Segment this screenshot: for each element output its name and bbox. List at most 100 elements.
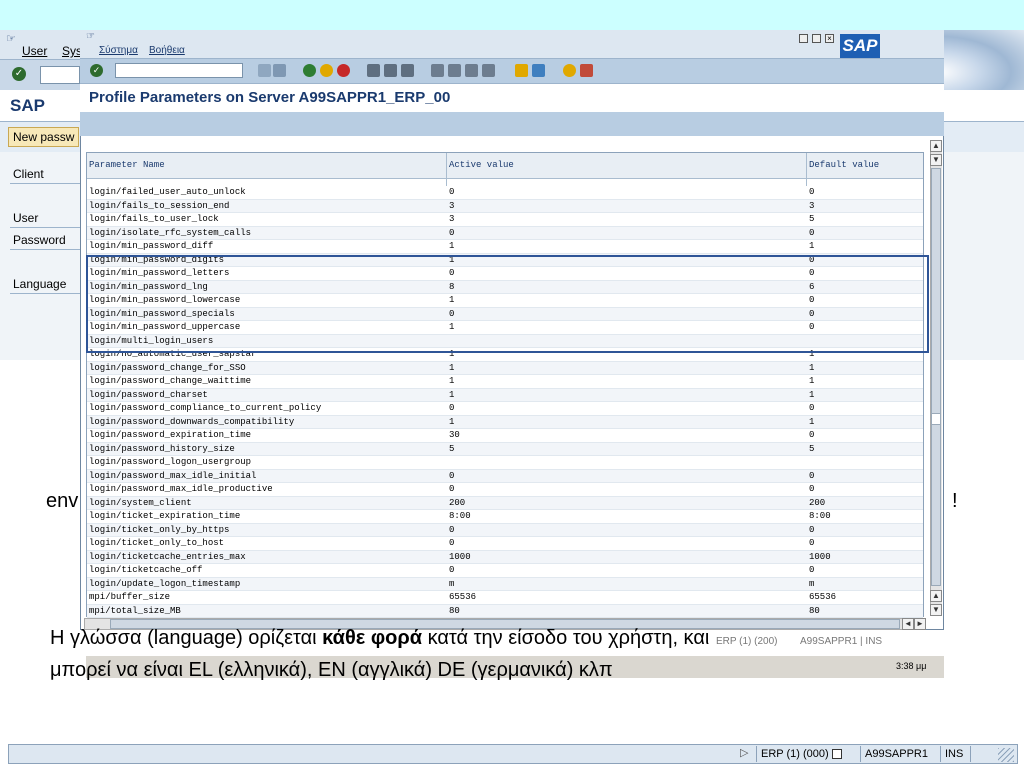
find-next-icon[interactable] [401,64,414,77]
scroll-up-icon[interactable]: ▼ [930,154,942,166]
password-label: Password [13,233,66,247]
create-session-icon[interactable] [515,64,528,77]
cell-parameter-name: login/fails_to_session_end [89,200,230,211]
table-row[interactable]: login/password_downwards_compatibility 1 1 [87,415,923,429]
maximize-icon[interactable] [812,34,821,43]
new-password-button[interactable]: New passw [8,127,80,147]
print-icon[interactable] [367,64,380,77]
table-row[interactable]: login/ticket_expiration_time 8:00 8:00 [87,510,923,524]
cell-default-value: m [809,578,815,589]
table-row[interactable]: login/system_client 200 200 [87,496,923,510]
status-mode: INS [940,746,970,762]
cell-parameter-name: login/min_password_diff [89,241,214,251]
cell-parameter-name: login/fails_to_user_lock [89,214,219,224]
table-row[interactable]: login/password_history_size 5 5 [87,442,923,456]
cell-default-value: 1 [809,416,815,427]
next-page-icon[interactable] [465,64,478,77]
table-row[interactable]: login/ticket_only_to_host 0 0 [87,537,923,551]
cell-active-value: 80 [449,605,460,616]
cancel-icon[interactable] [337,64,350,77]
status-empty-cell [970,746,994,762]
cell-default-value: 0 [809,484,815,494]
scroll-down-icon[interactable]: ▲ [930,590,942,602]
table-row[interactable]: login/failed_user_auto_unlock 0 0 [87,186,923,200]
enter-check-icon[interactable]: ✓ [12,67,26,81]
table-row[interactable]: login/password_max_idle_productive 0 0 [87,483,923,497]
resize-grip-icon[interactable] [998,748,1014,762]
cell-default-value: 1 [809,376,815,386]
menu-system-greek[interactable]: Σύστημα [99,45,138,56]
dialog-command-field[interactable] [115,63,243,78]
window-menu-icon[interactable]: ☞ [6,32,16,45]
status-session-icon[interactable] [831,749,842,760]
table-row[interactable]: login/password_compliance_to_current_pol… [87,402,923,416]
command-field[interactable] [40,66,80,84]
table-row[interactable]: login/ticketcache_off 0 0 [87,564,923,578]
cell-active-value: 0 [449,403,455,413]
table-row[interactable]: login/password_charset 1 1 [87,388,923,402]
cell-active-value: 1 [449,376,455,386]
shortcut-icon[interactable] [532,64,545,77]
table-row[interactable]: login/password_change_waittime 1 1 [87,375,923,389]
taskbar-clock: 3:38 μμ [896,661,927,671]
back-icon[interactable] [303,64,316,77]
table-row[interactable]: login/fails_to_session_end 3 3 [87,199,923,213]
table-row[interactable]: login/password_expiration_time 30 0 [87,429,923,443]
table-row[interactable]: mpi/total_size_MB 80 80 [87,604,923,618]
first-page-icon[interactable] [431,64,444,77]
previous-page-icon[interactable] [448,64,461,77]
table-row[interactable]: login/min_password_diff 1 1 [87,240,923,254]
dialog-window-icon[interactable]: ☞ [86,31,95,42]
scroll-right-icon[interactable]: ► [914,618,926,630]
cell-parameter-name: login/password_max_idle_initial [89,470,257,481]
scroll-bottom-icon[interactable]: ▼ [930,604,942,616]
cell-parameter-name: login/failed_user_auto_unlock [89,187,246,197]
cell-active-value: 1 [449,362,455,373]
column-header-parameter[interactable]: Parameter Name [89,160,165,170]
cell-parameter-name: login/ticketcache_off [89,565,203,575]
menu-help-greek[interactable]: Βοήθεια [149,45,185,56]
layout-menu-icon[interactable] [580,64,593,77]
exit-icon[interactable] [320,64,333,77]
cell-default-value: 0 [809,538,815,548]
table-row[interactable]: login/isolate_rfc_system_calls 0 0 [87,226,923,240]
caption-line-1-suffix: κατά την είσοδο του χρήστη, και [422,627,710,649]
save-icon[interactable] [273,64,286,77]
last-page-icon[interactable] [482,64,495,77]
table-row[interactable]: login/password_change_for_SSO 1 1 [87,361,923,375]
cell-active-value: 1 [449,241,455,251]
cell-default-value: 80 [809,605,820,616]
cell-active-value: 0 [449,565,455,575]
menu-system[interactable]: Sys [62,44,82,58]
menu-user[interactable]: User [22,44,47,58]
highlight-rectangle [86,255,929,353]
scroll-left-icon[interactable]: ◄ [902,618,914,630]
column-header-active[interactable]: Active value [449,160,514,170]
table-row[interactable]: login/password_max_idle_initial 0 0 [87,469,923,483]
table-body: login/failed_user_auto_unlock 0 0 login/fai… [87,186,923,618]
scroll-top-icon[interactable]: ▲ [930,140,942,152]
table-row[interactable]: login/ticket_only_by_https 0 0 [87,523,923,537]
server-echo: A99SAPPR1 | INS [800,636,883,647]
help-icon[interactable] [563,64,576,77]
table-row[interactable]: login/ticketcache_entries_max 1000 1000 [87,550,923,564]
table-row[interactable]: mpi/buffer_size 65536 65536 [87,591,923,605]
cell-parameter-name: login/password_max_idle_productive [89,484,273,494]
caption-line-1: Η γλώσσα (language) ορίζεται κάθε φορά κ… [50,627,709,650]
minimize-icon[interactable] [799,34,808,43]
scroll-position-marker[interactable] [931,413,941,425]
find-icon[interactable] [384,64,397,77]
back-arrow-icon[interactable] [258,64,271,77]
table-row[interactable]: login/update_logon_timestamp m m [87,577,923,591]
scroll-thumb[interactable] [931,168,941,586]
status-echo: ERP (1) (200) [716,636,778,647]
enter-check-icon[interactable]: ✓ [90,64,103,77]
table-row[interactable]: login/fails_to_user_lock 3 5 [87,213,923,227]
cell-parameter-name: login/system_client [89,497,192,508]
close-icon[interactable]: × [825,34,834,43]
column-header-default[interactable]: Default value [809,160,879,170]
cell-parameter-name: login/ticket_only_by_https [89,524,230,535]
divider [10,183,80,184]
table-row[interactable]: login/password_logon_usergroup [87,456,923,470]
status-expand-icon[interactable]: ▷ [740,746,748,759]
